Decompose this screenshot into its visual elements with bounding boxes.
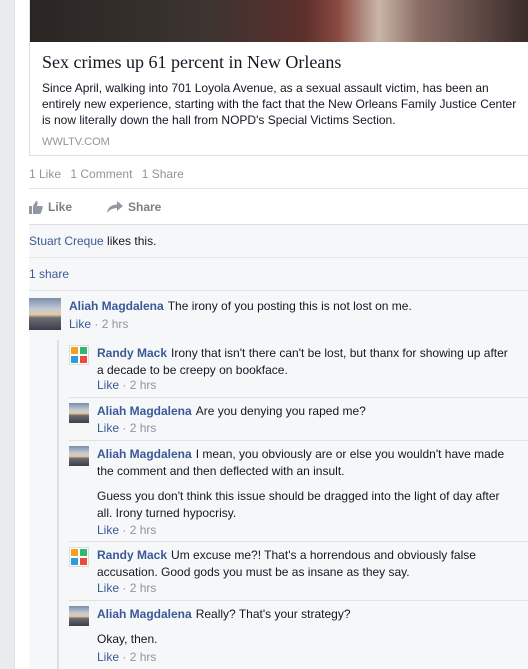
divider [29,257,528,258]
reply-text: Are you denying you raped me? [195,404,366,418]
reply-meta: Like · 2 hrs [97,650,156,664]
reply-like-link[interactable]: Like [97,650,119,664]
reply-text-paragraph: Guess you don't think this issue should … [97,489,500,520]
reply-timestamp[interactable]: 2 hrs [130,523,157,537]
avatar[interactable] [69,403,89,423]
like-button[interactable]: Like [29,200,72,214]
reply-body: Randy Mack Um excuse me?! That's a horren… [97,547,517,581]
thumbs-up-icon [29,200,43,214]
reply-meta: Like · 2 hrs [97,581,156,595]
link-preview-image[interactable] [30,0,528,42]
likes-count-link[interactable]: 1 Like [29,167,61,181]
comments-count-link[interactable]: 1 Comment [70,167,132,181]
reply-author-link[interactable]: Aliah Magdalena [97,404,192,418]
divider [29,188,528,189]
reply-author-link[interactable]: Aliah Magdalena [97,447,192,461]
link-source: WWLTV.COM [42,136,110,148]
reply-body: Randy Mack Irony that isn't there can't b… [97,345,517,379]
divider [29,290,528,291]
avatar[interactable] [69,446,89,466]
link-preview[interactable]: Sex crimes up 61 percent in New Orleans … [29,0,528,156]
reply-text: Really? That's your strategy? [195,607,351,621]
reply-meta: Like · 2 hrs [97,523,156,537]
reply-divider [69,397,528,398]
avatar[interactable] [69,547,89,567]
liker-name-link[interactable]: Stuart Creque [29,234,104,248]
divider [29,224,528,225]
reply-divider [69,541,528,542]
reply-timestamp[interactable]: 2 hrs [130,421,157,435]
comment-timestamp[interactable]: 2 hrs [102,317,129,331]
reply-author-link[interactable]: Randy Mack [97,346,167,360]
reply-body: Aliah Magdalena Really? That's your strat… [97,606,517,623]
reply-body: Aliah Magdalena I mean, you obviously are… [97,446,517,480]
reply-like-link[interactable]: Like [97,581,119,595]
reply-timestamp[interactable]: 2 hrs [130,581,157,595]
comment-text: The irony of you posting this is not los… [167,299,412,313]
post-stats: 1 Like 1 Comment 1 Share [29,167,190,181]
comment-like-link[interactable]: Like [69,317,91,331]
avatar[interactable] [29,298,61,330]
reply-like-link[interactable]: Like [97,378,119,392]
reply-like-link[interactable]: Like [97,421,119,435]
share-arrow-icon [107,201,123,213]
link-description: Since April, walking into 701 Loyola Ave… [42,81,517,127]
link-title[interactable]: Sex crimes up 61 percent in New Orleans [42,52,341,73]
comment-body: Aliah Magdalena The irony of you posting … [69,298,519,315]
logo-avatar-icon [71,347,87,363]
reply-author-link[interactable]: Randy Mack [97,548,167,562]
like-button-label: Like [48,200,73,214]
reply-timestamp[interactable]: 2 hrs [130,378,157,392]
meta-separator: · [119,378,130,392]
action-bar: Like Share [29,196,528,218]
reply-timestamp[interactable]: 2 hrs [130,650,157,664]
share-count-link[interactable]: 1 share [29,267,69,281]
meta-separator: · [119,523,130,537]
meta-separator: · [119,421,130,435]
avatar[interactable] [69,345,89,365]
comment: Aliah Magdalena The irony of you posting … [29,298,528,338]
reply-like-link[interactable]: Like [97,523,119,537]
meta-separator: · [119,650,130,664]
reply-text-paragraph: Okay, then. [97,632,158,646]
comment-meta: Like · 2 hrs [69,317,128,331]
reply-meta: Like · 2 hrs [97,378,156,392]
meta-separator: · [119,581,130,595]
reply-divider [69,440,528,441]
share-button-label: Share [128,200,162,214]
shares-count-link[interactable]: 1 Share [142,167,184,181]
reply-author-link[interactable]: Aliah Magdalena [97,607,192,621]
avatar[interactable] [69,606,89,626]
post-card: Sex crimes up 61 percent in New Orleans … [14,0,528,669]
liked-by-suffix: likes this. [103,234,157,248]
reply-thread-line [57,340,59,669]
meta-separator: · [91,317,102,331]
reply-meta: Like · 2 hrs [97,421,156,435]
share-button[interactable]: Share [107,200,161,214]
reply-divider [69,600,528,601]
liked-by-line: Stuart Creque likes this. [29,234,156,248]
comment-author-link[interactable]: Aliah Magdalena [69,299,164,313]
logo-avatar-icon [71,549,87,565]
reply-body: Aliah Magdalena Are you denying you raped… [97,403,517,420]
